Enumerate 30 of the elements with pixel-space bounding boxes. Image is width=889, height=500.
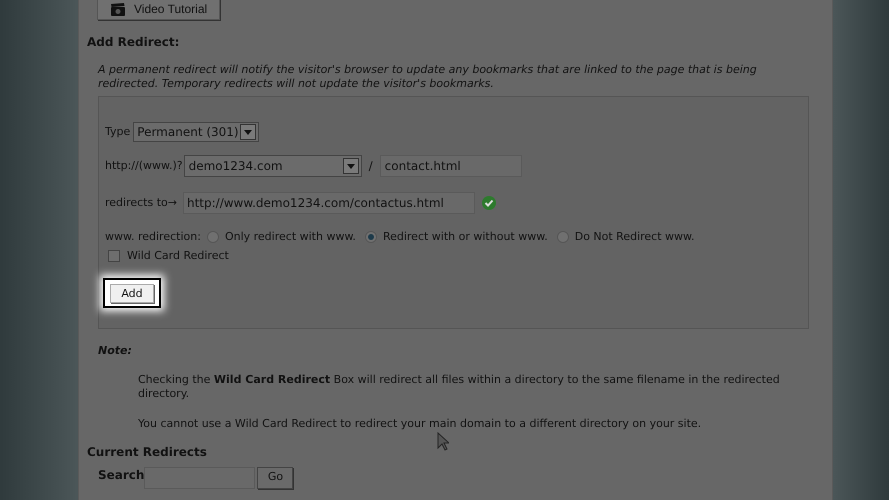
pointer-cursor-icon [437, 432, 449, 451]
redirect-url-input-field[interactable]: http://www.demo1234.com/contactus.html [182, 192, 475, 214]
go-button[interactable]: Go [257, 466, 294, 488]
search-field[interactable] [144, 466, 256, 488]
section-heading: Add Redirect: [87, 34, 180, 51]
add-button[interactable]: Add [103, 278, 161, 308]
video-tutorial-button[interactable]: Video Tutorial [97, 0, 220, 20]
radio-button[interactable] [556, 231, 569, 243]
type-select[interactable]: Permanent (301) [133, 122, 260, 142]
slash-separator: / [368, 158, 373, 175]
field-label: http://(www.)? [105, 158, 183, 174]
path-input-field[interactable]: contact.html [380, 155, 522, 177]
note-heading: Note: [98, 343, 133, 359]
radio-button[interactable] [206, 231, 219, 243]
radio-label: Redirect with or without www. [382, 228, 548, 245]
radio-label: Do Not Redirect www. [574, 228, 695, 245]
field-label: Type [105, 124, 130, 140]
clapperboard-icon [110, 2, 126, 16]
field-label: Search [98, 466, 144, 484]
radio-button[interactable] [364, 231, 377, 243]
note-text: You cannot use a Wild Card Redirect to redirect your main domain to a different directory on your site. [138, 416, 702, 430]
radio-label: Only redirect with www. [224, 228, 356, 245]
description-text: A permanent redirect will notify the visitor's browser to update any bookmarks that are linked to the page that is being redirected. Temporary redirects will not update the visitor's bookmarks. [98, 63, 758, 91]
field-label: redirects to→ [105, 194, 177, 211]
note-text: Checking the Wild Card Redirect Box will redirect all files within a directory to the same filename in the redirected directory. [138, 372, 781, 400]
section-heading: Current Redirects [87, 444, 208, 460]
checkbox[interactable] [108, 250, 120, 262]
checkbox-label: Wild Card Redirect [127, 248, 229, 264]
field-label: www. redirection: [105, 228, 201, 245]
domain-select[interactable]: demo1234.com [184, 155, 362, 177]
